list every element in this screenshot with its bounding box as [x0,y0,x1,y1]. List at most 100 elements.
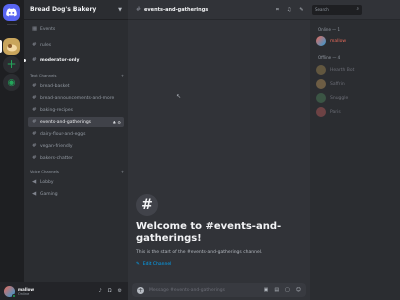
discord-home-icon[interactable] [3,4,20,21]
member-name: Paris [330,109,341,115]
add-channel-icon[interactable]: + [121,169,124,174]
channel-bread-announcements[interactable]: # bread-announcements-and-more [28,93,124,103]
avatar [316,36,326,46]
speaker-icon: ◀ [32,179,37,185]
channel-rules[interactable]: # rules [28,40,124,50]
chat-area [128,0,310,300]
channel-header: # events-and-gatherings ⌗ ♫ ✎ ♟ Search ⌕ [128,0,400,20]
member-name: mallow [330,38,347,44]
server-name: Bread Dog's Bakery [30,6,97,13]
online-category: Online — 1 [318,27,340,32]
threads-icon[interactable]: ⌗ [276,7,279,13]
composer-icons: ▣ ▤ ▢ ☺ [264,287,301,293]
hash-icon: # [32,83,37,89]
avatar [316,93,326,103]
add-server-icon[interactable]: + [3,56,20,73]
channel-label: baking-recipes [40,107,74,113]
channel-events[interactable]: ▦ Events [28,24,124,34]
hash-icon: # [32,131,37,137]
avatar [316,65,326,75]
online-status-dot [12,293,16,298]
gif-icon[interactable]: ▤ [274,287,279,293]
channel-vegan-friendly[interactable]: # vegan-friendly [28,141,124,151]
category-text-channels[interactable]: Text Channels + [30,73,124,78]
message-composer[interactable]: + Message #events-and-gatherings ▣ ▤ ▢ ☺ [132,283,306,297]
sticker-icon[interactable]: ▢ [285,287,290,293]
search-placeholder: Search [315,7,329,12]
channel-label: Lobby [40,179,54,185]
user-controls: ♪ Ω ⚙ [98,288,122,294]
unread-indicator [24,59,26,62]
channel-label: bread-basket [40,83,70,89]
channel-bread-basket[interactable]: # bread-basket [28,81,124,91]
mouse-cursor-icon: ↖ [176,93,182,100]
channel-label: bread-announcements-and-more [40,95,115,101]
welcome-subtitle: This is the start of the #events-and-gat… [136,250,263,255]
add-channel-icon[interactable]: + [121,73,124,78]
welcome-title: Welcome to #events-and-gatherings! [136,221,282,244]
member-offline-2[interactable]: Saffrin [316,78,396,90]
channel-dairy-flour-and-eggs[interactable]: # dairy-flour-and-eggs [28,129,124,139]
announcement-icon: # [32,95,37,101]
channel-bakers-chatter[interactable]: # bakers-chatter [28,153,124,163]
hash-icon: # [32,155,37,161]
emoji-icon[interactable]: ☺ [296,287,301,293]
category-voice-channels[interactable]: Voice Channels + [30,169,124,174]
message-placeholder: Message #events-and-gatherings [149,287,225,293]
channel-label: bakers-chatter [40,155,73,161]
pencil-icon: ✎ [136,262,140,267]
speaker-icon: ◀ [32,191,37,197]
rail-separator [7,24,17,25]
channel-label: dairy-flour-and-eggs [40,131,86,137]
member-name: Snuggle [330,95,349,101]
voice-channel-gaming[interactable]: ◀ Gaming [28,189,124,199]
channel-label: vegan-friendly [40,143,73,149]
edit-channel-label: Edit Channel [142,262,172,267]
search-input[interactable]: Search ⌕ [312,5,362,15]
user-status-text: Online [18,291,30,296]
microphone-icon[interactable]: ♪ [98,288,101,294]
server-header[interactable]: Bread Dog's Bakery ▼ [24,0,128,20]
member-mallow[interactable]: mallow [316,35,396,47]
category-label: Text Channels [30,73,57,78]
channel-events-and-gatherings[interactable]: # events-and-gatherings ♣ ⚙ [28,117,124,127]
hash-icon: # [32,119,37,125]
bell-icon[interactable]: ♫ [287,7,291,13]
voice-channel-lobby[interactable]: ◀ Lobby [28,177,124,187]
edit-channel-link[interactable]: ✎ Edit Channel [136,262,171,267]
user-names[interactable]: mallow Online [18,287,34,296]
channel-label: moderator-only [40,57,80,63]
member-offline-3[interactable]: Snuggle [316,92,396,104]
calendar-icon: ▦ [32,26,38,32]
channel-label: events-and-gatherings [40,119,92,125]
server-icon-bread-dogs-bakery[interactable] [3,38,20,55]
selected-server-pill [0,40,2,53]
channel-sidebar: Bread Dog's Bakery ▼ ▦ Events # rules # … [24,0,128,300]
hash-icon: # [32,107,37,113]
add-member-settings-icons[interactable]: ♣ ⚙ [113,120,121,125]
gear-icon[interactable]: ⚙ [118,288,122,294]
hash-icon: # [32,143,37,149]
avatar [316,79,326,89]
channel-moderator-only[interactable]: # moderator-only [28,55,124,65]
user-panel: mallow Online ♪ Ω ⚙ [0,282,128,300]
pin-icon[interactable]: ✎ [299,7,303,13]
channel-label: Gaming [40,191,58,197]
add-attachment-icon[interactable]: + [137,286,144,294]
avatar[interactable] [4,285,16,298]
category-label: Voice Channels [30,169,59,174]
channel-baking-recipes[interactable]: # baking-recipes [28,105,124,115]
header-icons: ⌗ ♫ ✎ ♟ [276,7,316,13]
hash-icon: # [136,6,142,13]
member-offline-1[interactable]: Hearth Bot [316,64,396,76]
gift-icon[interactable]: ▣ [264,287,269,293]
member-list: Online — 1 mallow Offline — 4 Hearth Bot… [310,20,400,300]
headphones-icon[interactable]: Ω [108,288,112,294]
member-name: Saffrin [330,81,345,87]
explore-icon[interactable]: ◉ [3,74,20,91]
member-offline-4[interactable]: Paris [316,106,396,118]
member-name: Hearth Bot [330,67,355,73]
channel-label: Events [40,26,56,32]
channel-label: rules [40,42,52,48]
chevron-down-icon[interactable]: ▼ [118,7,122,13]
